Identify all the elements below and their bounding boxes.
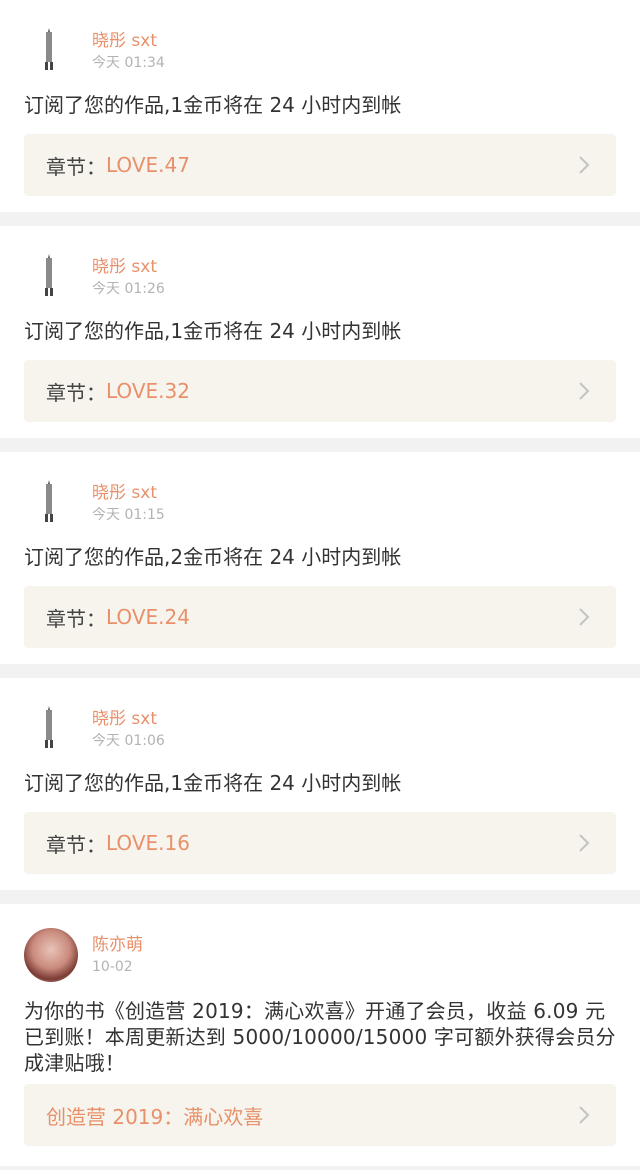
- notification-card: 晓彤 sxt 今天 01:06 订阅了您的作品,1金币将在 24 小时内到帐 章…: [0, 678, 640, 890]
- notification-message: 为你的书《创造营 2019：满心欢喜》开通了会员，收益 6.09 元已到账！本周…: [24, 999, 616, 1075]
- chapter-name: LOVE.32: [106, 379, 190, 403]
- chevron-right-icon: [579, 1106, 590, 1124]
- chapter-label: 章节：: [46, 832, 106, 857]
- notification-message: 订阅了您的作品,1金币将在 24 小时内到帐: [24, 93, 402, 117]
- username[interactable]: 陈亦萌: [92, 934, 143, 956]
- chapter-name: LOVE.24: [106, 605, 190, 629]
- notification-message: 订阅了您的作品,2金币将在 24 小时内到帐: [24, 545, 402, 569]
- chevron-right-icon: [579, 156, 590, 174]
- user-photo-avatar[interactable]: [24, 928, 78, 982]
- notification-card: 晓彤 sxt 今天 01:15 订阅了您的作品,2金币将在 24 小时内到帐 章…: [0, 452, 640, 664]
- card-header: 晓彤 sxt 今天 01:26: [24, 226, 616, 304]
- chevron-right-icon: [579, 834, 590, 852]
- notification-message: 订阅了您的作品,1金币将在 24 小时内到帐: [24, 319, 402, 343]
- timestamp: 今天 01:06: [92, 733, 165, 749]
- notification-card: 晓彤 sxt 今天 01:26 订阅了您的作品,1金币将在 24 小时内到帐 章…: [0, 226, 640, 438]
- notification-feed: 晓彤 sxt 今天 01:34 订阅了您的作品,1金币将在 24 小时内到帐 章…: [0, 0, 640, 1170]
- chapter-link[interactable]: 章节： LOVE.47: [24, 134, 616, 196]
- chapter-label: 章节：: [46, 606, 106, 631]
- divider: [0, 890, 640, 904]
- book-title: 创造营 2019：满心欢喜: [46, 1104, 264, 1129]
- card-header: 晓彤 sxt 今天 01:06: [24, 678, 616, 756]
- stick-figure-avatar-icon[interactable]: [42, 704, 56, 750]
- card-header: 晓彤 sxt 今天 01:34: [24, 0, 616, 78]
- username[interactable]: 晓彤 sxt: [92, 30, 157, 52]
- timestamp: 今天 01:34: [92, 55, 165, 71]
- username[interactable]: 晓彤 sxt: [92, 482, 157, 504]
- chapter-link[interactable]: 章节： LOVE.16: [24, 812, 616, 874]
- timestamp: 10-02: [92, 959, 133, 975]
- notification-card: 晓彤 sxt 今天 01:34 订阅了您的作品,1金币将在 24 小时内到帐 章…: [0, 0, 640, 212]
- chapter-name: LOVE.16: [106, 831, 190, 855]
- stick-figure-avatar-icon[interactable]: [42, 478, 56, 524]
- book-link[interactable]: 创造营 2019：满心欢喜: [24, 1084, 616, 1146]
- divider: [0, 438, 640, 452]
- chapter-link[interactable]: 章节： LOVE.32: [24, 360, 616, 422]
- chapter-name: LOVE.47: [106, 153, 190, 177]
- chapter-link[interactable]: 章节： LOVE.24: [24, 586, 616, 648]
- username[interactable]: 晓彤 sxt: [92, 708, 157, 730]
- chapter-label: 章节：: [46, 154, 106, 179]
- divider: [0, 212, 640, 226]
- chapter-label: 章节：: [46, 380, 106, 405]
- divider: [0, 664, 640, 678]
- notification-message: 订阅了您的作品,1金币将在 24 小时内到帐: [24, 771, 402, 795]
- chevron-right-icon: [579, 608, 590, 626]
- card-header: 晓彤 sxt 今天 01:15: [24, 452, 616, 530]
- username[interactable]: 晓彤 sxt: [92, 256, 157, 278]
- stick-figure-avatar-icon[interactable]: [42, 26, 56, 72]
- timestamp: 今天 01:26: [92, 281, 165, 297]
- notification-card: 陈亦萌 10-02 为你的书《创造营 2019：满心欢喜》开通了会员，收益 6.…: [0, 904, 640, 1166]
- card-header: 陈亦萌 10-02: [24, 904, 616, 984]
- timestamp: 今天 01:15: [92, 507, 165, 523]
- chevron-right-icon: [579, 382, 590, 400]
- stick-figure-avatar-icon[interactable]: [42, 252, 56, 298]
